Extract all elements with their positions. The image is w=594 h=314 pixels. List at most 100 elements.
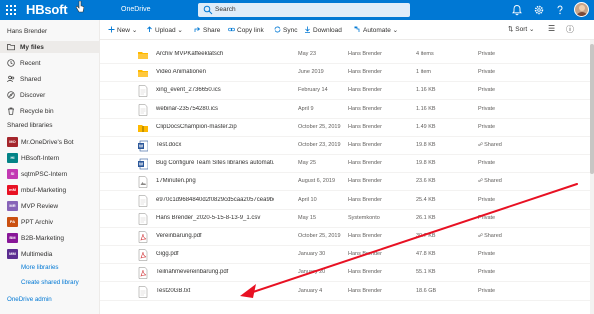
file-name[interactable]: Teilnahmevereinbarung.pdf xyxy=(156,269,274,275)
file-size: 1.16 KB xyxy=(416,87,436,94)
file-row[interactable]: Video Animationen June 2019 Hans Brender 1 … xyxy=(100,64,590,83)
file-row[interactable]: 17Minuten.png August 6, 2019 Hans Brender 2… xyxy=(100,173,590,192)
file-row[interactable]: ClipDocsChampion-master.zip October 25, 2… xyxy=(100,119,590,137)
nav-discover[interactable]: Discover xyxy=(0,89,100,101)
nav-shared[interactable]: Shared xyxy=(0,73,100,85)
file-sharing: ☍Shared xyxy=(478,178,502,184)
file-row[interactable]: e970c1d9684840d2f0829cd5caa2057cea9bc...… xyxy=(100,192,590,210)
suite-bar: HBsoft OneDrive Search xyxy=(0,0,594,20)
library-item[interactable]: BM B2B-Marketing xyxy=(0,232,100,244)
library-label: MVP Review xyxy=(21,203,59,210)
copy-link-button[interactable]: Copy link xyxy=(228,26,264,34)
file-sharing: Private xyxy=(478,197,495,203)
file-name[interactable]: Gigg.pdf xyxy=(156,251,274,257)
file-name[interactable]: ClipDocsChampion-master.zip xyxy=(156,124,274,130)
more-libraries-link[interactable]: More libraries xyxy=(21,264,58,271)
share-button[interactable]: Share xyxy=(194,26,220,34)
library-item[interactable]: MM Multimedia xyxy=(0,248,100,260)
create-shared-library-link[interactable]: Create shared library xyxy=(21,279,79,286)
user-name: Hans Brender xyxy=(7,28,48,35)
library-badge: PA xyxy=(7,217,18,227)
user-avatar[interactable] xyxy=(574,2,589,17)
file-name[interactable]: Bug Configure Team Sites libraries autom… xyxy=(156,160,274,166)
file-row[interactable]: webinar-235754280.ics April 9 Hans Brender… xyxy=(100,101,590,119)
file-row[interactable]: Test20GB.txt January 4 Hans Brender 18.6 GB… xyxy=(100,283,590,301)
sort-button[interactable]: ⇅ Sort ⌄ xyxy=(508,25,534,33)
pdf-file-icon xyxy=(138,267,148,280)
new-button[interactable]: New ⌄ xyxy=(108,26,137,34)
info-pane-icon[interactable]: ⓘ xyxy=(566,24,574,35)
file-icon xyxy=(138,213,148,225)
upload-button[interactable]: Upload ⌄ xyxy=(146,26,183,34)
library-item[interactable]: mM mbuf-Marketing xyxy=(0,184,100,196)
sort-icon: ⇅ xyxy=(508,26,514,33)
file-name[interactable]: xing_event_2736650.ics xyxy=(156,87,274,93)
nav-label: Recycle bin xyxy=(20,108,54,115)
file-sharing-label: Private xyxy=(478,196,496,203)
sync-icon xyxy=(274,26,281,33)
file-row[interactable]: Hans Brender_2020-5-15-8-13-9_1.csv May 1… xyxy=(100,210,590,228)
file-name[interactable]: e970c1d9684840d2f0829cd5caa2057cea9bc... xyxy=(156,197,274,203)
share-label: Share xyxy=(203,27,221,34)
library-label: HBsoft-Intern xyxy=(21,155,60,162)
library-item[interactable]: SI sqtmPSC-Intern xyxy=(0,168,100,180)
nav-my-files[interactable]: My files xyxy=(0,41,100,53)
file-row[interactable]: W Bug Configure Team Sites libraries auto… xyxy=(100,155,590,174)
app-name[interactable]: OneDrive xyxy=(121,6,151,13)
copy-link-label: Copy link xyxy=(237,27,264,34)
file-modified: October 25, 2019 xyxy=(298,123,341,130)
file-modified: January 4 xyxy=(298,287,323,294)
library-label: mbuf-Marketing xyxy=(21,187,67,194)
file-row[interactable]: Vereinbarung.pdf October 25, 2019 Hans Bre… xyxy=(100,228,590,246)
file-modified-by: Hans Brender xyxy=(348,233,382,239)
scrollbar-thumb[interactable] xyxy=(590,44,594,174)
app-launcher-icon[interactable] xyxy=(6,5,16,15)
file-name[interactable]: Video Animationen xyxy=(156,69,274,75)
file-sharing-label: Shared xyxy=(484,233,502,239)
brand-logo[interactable]: HBsoft xyxy=(26,2,68,17)
file-modified-by: Hans Brender xyxy=(348,160,382,167)
chevron-down-icon: ⌄ xyxy=(392,27,399,34)
nav-recent[interactable]: Recent xyxy=(0,57,100,69)
file-name[interactable]: Test20GB.txt xyxy=(156,288,274,294)
view-options-icon[interactable]: ☰ xyxy=(548,24,555,33)
nav-recycle-bin[interactable]: Recycle bin xyxy=(0,105,100,117)
file-modified-by: Systemkonto xyxy=(348,214,380,221)
search-placeholder: Search xyxy=(215,6,236,13)
file-name[interactable]: Hans Brender_2020-5-15-8-13-9_1.csv xyxy=(156,215,274,221)
library-item[interactable]: MR MVP Review xyxy=(0,200,100,212)
file-sharing: Private xyxy=(478,51,495,57)
file-row[interactable]: xing_event_2736650.ics February 14 Hans Br… xyxy=(100,82,590,101)
library-badge: MM xyxy=(7,249,18,259)
file-name[interactable]: Vereinbarung.pdf xyxy=(156,233,274,239)
search-box[interactable]: Search xyxy=(198,3,410,17)
file-name[interactable]: Archiv MVPKaffeeklatsch xyxy=(156,51,274,57)
plus-icon xyxy=(108,26,115,33)
library-badge: mM xyxy=(7,185,18,195)
file-row[interactable]: Gigg.pdf January 30 Hans Brender 47.8 KB Pri… xyxy=(100,246,590,265)
help-icon[interactable] xyxy=(554,4,566,16)
library-badge: HI xyxy=(7,153,18,163)
file-modified-by: Hans Brender xyxy=(348,123,382,130)
file-modified: April 10 xyxy=(298,196,317,203)
gear-icon[interactable] xyxy=(533,4,545,16)
library-item[interactable]: PA PPT Archiv xyxy=(0,216,100,228)
file-name[interactable]: Test.docx xyxy=(156,142,274,148)
file-name[interactable]: 17Minuten.png xyxy=(156,178,274,184)
library-item[interactable]: HI HBsoft-Intern xyxy=(0,152,100,164)
file-row[interactable]: Teilnahmevereinbarung.pdf January 20 Hans … xyxy=(100,264,590,283)
file-row[interactable]: W Test.docx October 23, 2019 Hans Brender 19… xyxy=(100,137,590,155)
file-sharing: Private xyxy=(478,160,495,166)
file-row[interactable]: Archiv MVPKaffeeklatsch May 23 Hans Brende… xyxy=(100,46,590,64)
sync-button[interactable]: Sync xyxy=(274,26,297,34)
library-item[interactable]: MO Mr.OneDrive's Bot xyxy=(0,136,100,148)
bell-icon[interactable] xyxy=(511,4,523,16)
onedrive-admin-link[interactable]: OneDrive admin xyxy=(7,296,52,303)
download-button[interactable]: Download xyxy=(304,26,342,34)
library-badge: SI xyxy=(7,169,18,179)
library-label: Mr.OneDrive's Bot xyxy=(21,139,74,146)
file-name[interactable]: webinar-235754280.ics xyxy=(156,106,274,112)
file-icon xyxy=(138,103,148,116)
library-label: sqtmPSC-Intern xyxy=(21,171,68,178)
automate-button[interactable]: Automate ⌄ xyxy=(354,26,398,34)
